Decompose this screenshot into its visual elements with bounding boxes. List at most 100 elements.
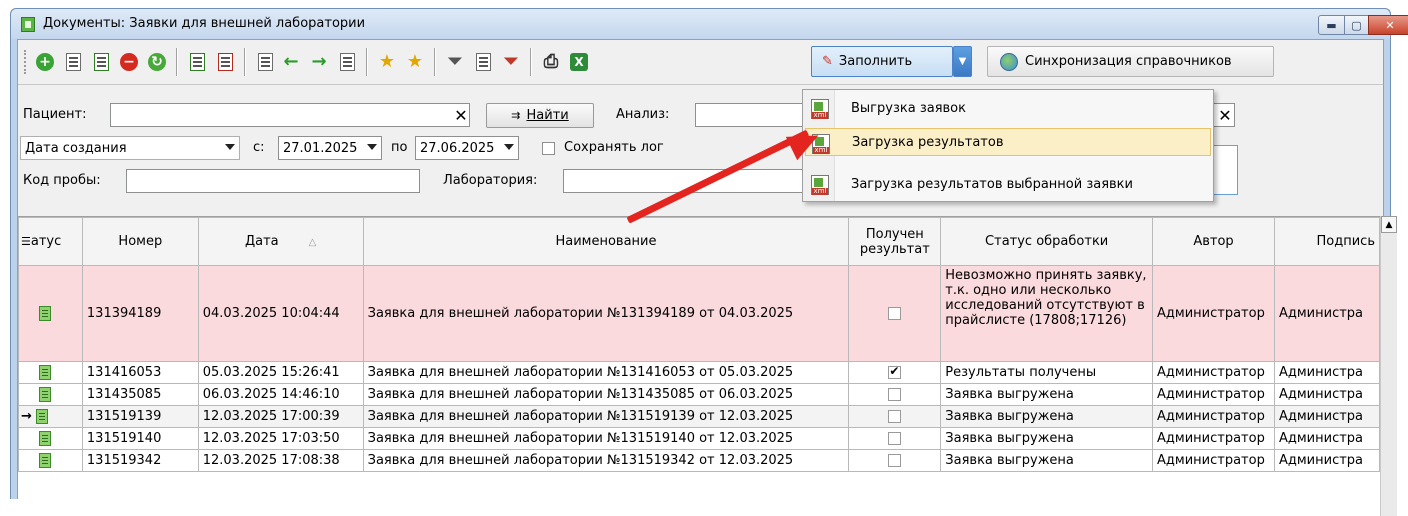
menu-item-export-requests[interactable]: Выгрузка заявок [805,94,1211,122]
sync-button-label: Синхронизация справочников [1025,54,1232,69]
author-cell: Администратор [1152,405,1275,428]
find-button[interactable]: ⇉ Найти [486,103,594,128]
table-row-current[interactable]: → 131519139 12.03.2025 17:00:39 Заявка д… [18,405,1380,428]
processing-status-cell: Невозможно принять заявку, т.к. одно или… [940,265,1154,362]
list-icon[interactable] [254,51,276,73]
processing-status-cell: Заявка выгружена [940,427,1154,450]
print-icon[interactable]: ⎙ [540,51,562,73]
table-row[interactable]: 131519342 12.03.2025 17:08:38 Заявка для… [18,449,1380,472]
minimize-button[interactable]: ▬ [1318,15,1345,35]
document-icon [35,409,48,424]
document-icon [39,306,51,321]
date-cell: 05.03.2025 15:26:41 [197,361,364,384]
document-icon [39,431,51,446]
delete-icon[interactable]: − [118,51,140,73]
received-checkbox[interactable] [888,364,902,379]
star-add-icon[interactable]: ★ [376,51,398,73]
close-button[interactable]: ✕ [1368,15,1408,35]
window-title: Документы: Заявки для внешней лаборатори… [43,16,366,31]
unpost-icon[interactable] [214,51,236,73]
received-checkbox[interactable] [888,410,902,423]
analysis-clear-icon[interactable]: ✕ [1216,105,1234,125]
document-icon [39,387,51,402]
copy-icon[interactable] [62,51,84,73]
author-cell: Администратор [1152,361,1275,384]
sync-dictionaries-button[interactable]: Синхронизация справочников [987,46,1274,77]
received-checkbox[interactable] [888,388,902,401]
maximize-button[interactable]: ▢ [1344,15,1369,35]
current-row-arrow-icon: → [21,409,32,424]
grid-menu-icon[interactable]: ☰ [21,235,31,248]
arrow-left-icon[interactable]: ← [280,51,302,73]
column-header-status[interactable]: ☰атус [18,217,83,266]
excel-icon[interactable]: X [568,51,590,73]
title-bar[interactable]: Документы: Заявки для внешней лаборатори… [11,9,1408,39]
column-header-signer[interactable]: Подпись [1273,217,1380,266]
filter-icon[interactable]: ⏷ [444,51,466,73]
name-cell: Заявка для внешней лаборатории №13139418… [362,265,850,362]
signer-cell: Администра [1273,361,1380,384]
received-cell [848,265,942,362]
sync-icon [1000,52,1018,71]
analysis-label: Анализ: [616,107,670,122]
save-log-checkbox[interactable] [542,142,555,155]
date-cell: 06.03.2025 14:46:10 [197,383,364,406]
date-from-input[interactable]: 27.01.2025 [278,136,382,160]
vertical-scrollbar[interactable]: ▲ [1380,216,1397,516]
toolbar-separator [530,48,532,76]
received-checkbox[interactable] [888,454,902,467]
column-header-processing-status[interactable]: Статус обработки [940,217,1154,266]
date-type-select[interactable]: Дата создания [20,136,240,160]
star-remove-icon[interactable]: ★ [404,51,426,73]
author-cell: Администратор [1152,265,1275,362]
column-header-date[interactable]: Дата △ [197,217,364,266]
patient-input[interactable] [110,103,470,127]
name-cell: Заявка для внешней лаборатории №13151914… [362,427,850,450]
patient-label: Пациент: [23,107,87,122]
table-row[interactable]: 131416053 05.03.2025 15:26:41 Заявка для… [18,361,1380,384]
processing-status-cell: Заявка выгружена [940,405,1154,428]
author-cell: Администратор [1152,427,1275,450]
number-cell: 131394189 [81,265,199,362]
menu-item-load-selected-results[interactable]: Загрузка результатов выбранной заявки [805,170,1211,198]
column-header-name[interactable]: Наименование [362,217,850,266]
patient-clear-icon[interactable]: ✕ [452,105,470,125]
date-to-input[interactable]: 27.06.2025 [415,136,519,160]
toolbar-separator [244,48,246,76]
author-cell: Администратор [1152,449,1275,472]
column-header-number[interactable]: Номер [81,217,199,266]
author-cell: Администратор [1152,383,1275,406]
menu-item-load-results[interactable]: Загрузка результатов [805,128,1211,156]
table-row[interactable]: 131519140 12.03.2025 17:03:50 Заявка для… [18,427,1380,450]
filter-edit-icon[interactable] [472,51,494,73]
requests-table[interactable]: ☰атус Номер Дата △ Наименование Получен р… [18,216,1380,516]
column-header-author[interactable]: Автор [1152,217,1275,266]
scroll-up-icon[interactable]: ▲ [1381,216,1397,233]
received-checkbox[interactable] [888,432,902,445]
status-cell [18,427,83,450]
status-cell [18,449,83,472]
table-row[interactable]: 131435085 06.03.2025 14:46:10 Заявка для… [18,383,1380,406]
chevron-down-icon [504,144,514,150]
status-cell [18,383,83,406]
number-cell: 131519140 [81,427,199,450]
table-row[interactable]: 131394189 04.03.2025 10:04:44 Заявка для… [18,265,1380,362]
received-checkbox[interactable] [888,307,902,320]
signer-cell: Администра [1273,449,1380,472]
fill-button[interactable]: ✎ Заполнить [811,46,953,77]
fill-dropdown-arrow[interactable]: ▼ [953,46,972,77]
xml-import-icon [811,175,829,195]
menu-item-label: Загрузка результатов выбранной заявки [851,176,1133,192]
sample-code-input[interactable] [126,169,420,193]
column-header-received[interactable]: Получен результат [848,217,942,266]
filter-clear-icon[interactable]: ⏷ [500,51,522,73]
toolbar-grip[interactable] [24,50,27,74]
refresh-icon[interactable]: ↻ [146,51,168,73]
add-icon[interactable]: + [34,51,56,73]
edit-icon[interactable] [90,51,112,73]
arrow-right-icon[interactable]: → [308,51,330,73]
received-cell [848,361,942,384]
list-right-icon[interactable] [336,51,358,73]
menu-item-label: Загрузка результатов [852,134,1004,150]
post-icon[interactable] [186,51,208,73]
